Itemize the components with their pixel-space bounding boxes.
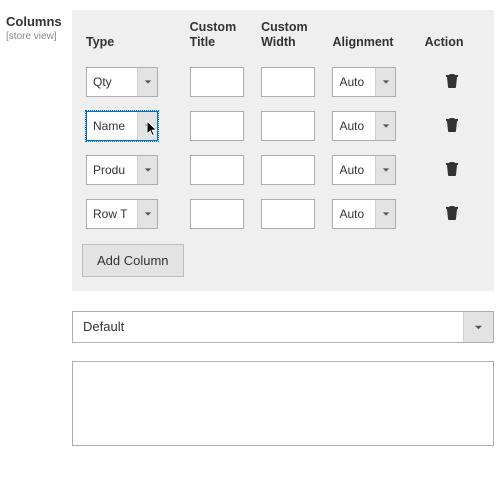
chevron-down-icon bbox=[375, 68, 395, 96]
add-column-label: Add Column bbox=[97, 253, 169, 268]
custom-title-input[interactable] bbox=[190, 155, 244, 185]
chevron-down-icon bbox=[375, 156, 395, 184]
type-select[interactable]: Name bbox=[86, 111, 158, 141]
chevron-down-icon bbox=[137, 68, 157, 96]
add-column-button[interactable]: Add Column bbox=[82, 244, 184, 277]
alignment-select[interactable]: Auto bbox=[332, 67, 396, 97]
trash-icon bbox=[445, 204, 459, 223]
delete-row-button[interactable] bbox=[443, 73, 461, 91]
table-row: Produ Auto bbox=[82, 148, 484, 192]
trash-icon bbox=[445, 72, 459, 91]
scope-label: [store view] bbox=[6, 31, 72, 42]
custom-title-input[interactable] bbox=[190, 67, 244, 97]
alignment-select[interactable]: Auto bbox=[332, 155, 396, 185]
field-label: Columns [store view] bbox=[6, 10, 72, 291]
delete-row-button[interactable] bbox=[443, 117, 461, 135]
chevron-down-icon bbox=[463, 312, 493, 342]
template-textarea[interactable] bbox=[72, 361, 494, 446]
type-select-value: Row T bbox=[87, 200, 137, 228]
columns-grid: Type Custom Title Custom Width Alignment… bbox=[72, 10, 494, 291]
template-select[interactable]: Default bbox=[72, 311, 494, 343]
type-select[interactable]: Row T bbox=[86, 199, 158, 229]
table-row: Name Auto bbox=[82, 104, 484, 148]
alignment-select[interactable]: Auto bbox=[332, 111, 396, 141]
chevron-down-icon bbox=[375, 112, 395, 140]
type-select[interactable]: Qty bbox=[86, 67, 158, 97]
header-custom-width: Custom Width bbox=[257, 18, 328, 60]
trash-icon bbox=[445, 116, 459, 135]
columns-label: Columns bbox=[6, 14, 72, 29]
alignment-select-value: Auto bbox=[333, 112, 375, 140]
type-select-value: Produ bbox=[87, 156, 137, 184]
custom-title-input[interactable] bbox=[190, 111, 244, 141]
template-select-value: Default bbox=[73, 312, 463, 342]
type-select-value: Name bbox=[87, 112, 137, 140]
alignment-select[interactable]: Auto bbox=[332, 199, 396, 229]
type-select-value: Qty bbox=[87, 68, 137, 96]
table-row: Qty Auto bbox=[82, 60, 484, 104]
chevron-down-icon bbox=[375, 200, 395, 228]
type-select[interactable]: Produ bbox=[86, 155, 158, 185]
header-custom-title: Custom Title bbox=[186, 18, 257, 60]
delete-row-button[interactable] bbox=[443, 205, 461, 223]
custom-width-input[interactable] bbox=[261, 67, 315, 97]
chevron-down-icon bbox=[137, 200, 157, 228]
custom-width-input[interactable] bbox=[261, 111, 315, 141]
alignment-select-value: Auto bbox=[333, 200, 375, 228]
alignment-select-value: Auto bbox=[333, 68, 375, 96]
table-row: Row T Auto bbox=[82, 192, 484, 236]
custom-title-input[interactable] bbox=[190, 199, 244, 229]
alignment-select-value: Auto bbox=[333, 156, 375, 184]
header-type: Type bbox=[82, 18, 186, 60]
header-alignment: Alignment bbox=[328, 18, 420, 60]
chevron-down-icon bbox=[137, 112, 157, 140]
header-action: Action bbox=[421, 18, 484, 60]
trash-icon bbox=[445, 160, 459, 179]
custom-width-input[interactable] bbox=[261, 199, 315, 229]
custom-width-input[interactable] bbox=[261, 155, 315, 185]
delete-row-button[interactable] bbox=[443, 161, 461, 179]
chevron-down-icon bbox=[137, 156, 157, 184]
